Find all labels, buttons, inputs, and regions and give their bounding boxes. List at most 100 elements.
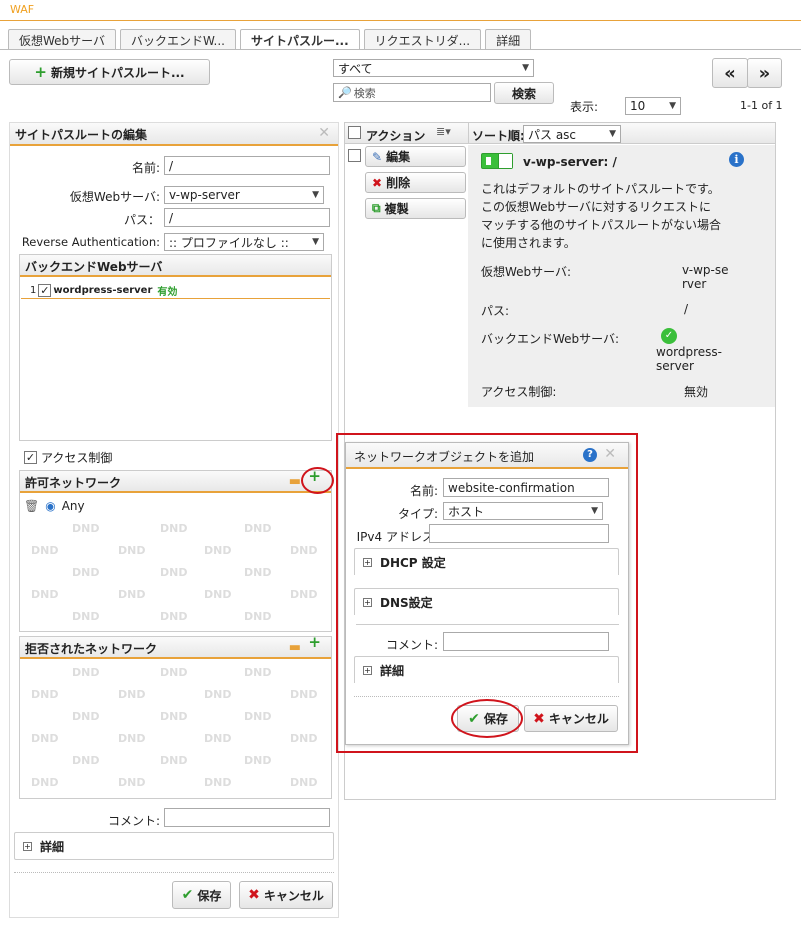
expand-plus-icon: + — [23, 841, 32, 851]
action-header: アクション — [366, 129, 426, 143]
status-ok-icon: ✓ — [661, 328, 677, 344]
path-input[interactable]: / — [164, 208, 330, 227]
allowed-network-name: Any — [61, 499, 85, 513]
reverse-auth-value: :: プロファイルなし :: — [169, 235, 289, 250]
chevron-down-icon: ▼ — [312, 190, 319, 200]
sort-select[interactable]: パス asc ▼ — [523, 125, 621, 143]
search-placeholder: 検索 — [353, 86, 376, 100]
dialog-header: ネットワークオブジェクトを追加 ? ✕ — [346, 443, 628, 469]
delete-action-button[interactable]: ✖ 削除 — [365, 172, 466, 193]
backend-row-underline — [21, 298, 330, 299]
add-denied-network-plus-icon[interactable]: + — [308, 635, 321, 650]
new-site-path-route-button[interactable]: + 新規サイトパスルート... — [9, 59, 210, 85]
backend-server-name: wordpress-server — [53, 285, 153, 296]
display-count-value: 10 — [630, 99, 646, 113]
dhcp-section[interactable]: + DHCP 設定 — [354, 548, 619, 575]
dnd-placeholder: DND — [118, 776, 146, 789]
route-item-checkbox[interactable] — [348, 149, 361, 162]
backend-server-row[interactable]: 1 ✓ wordpress-server 有効 — [30, 283, 177, 298]
comment-input[interactable] — [164, 808, 330, 827]
backend-server-header: バックエンドWebサーバ — [20, 255, 331, 277]
clone-icon: ⧉ — [372, 201, 381, 215]
clone-action-button[interactable]: ⧉ 複製 — [365, 198, 466, 219]
next-page-button[interactable]: » — [747, 58, 782, 88]
dialog-ipv4-input[interactable] — [429, 524, 609, 543]
search-input[interactable]: 🔎 検索 — [333, 83, 491, 102]
prev-page-button[interactable]: « — [712, 58, 748, 88]
dnd-placeholder: DND — [160, 522, 188, 535]
dialog-details-section[interactable]: + 詳細 — [354, 656, 619, 683]
tab-backend-web-server[interactable]: バックエンドW... — [120, 29, 236, 49]
globe-icon: ◉ — [45, 499, 56, 513]
toggle-off-part — [498, 154, 512, 168]
chevron-down-icon: ▼ — [669, 101, 676, 111]
access-control-checkbox[interactable]: ✓ — [24, 451, 37, 464]
search-button[interactable]: 検索 — [494, 82, 554, 104]
trash-icon[interactable]: 🗑 — [24, 499, 39, 513]
backend-server-status: 有効 — [157, 287, 178, 298]
field-path-value: / — [684, 302, 689, 316]
info-icon[interactable]: i — [729, 152, 744, 167]
folder-icon[interactable]: ▬ — [289, 474, 301, 489]
edit-save-button[interactable]: ✔ 保存 — [172, 881, 231, 909]
new-button-label: 新規サイトパスルート... — [50, 65, 185, 80]
dialog-title: ネットワークオブジェクトを追加 — [354, 450, 535, 464]
display-count-select[interactable]: 10 ▼ — [625, 97, 681, 115]
dialog-name-input[interactable]: website-confirmation — [443, 478, 609, 497]
edit-cancel-button[interactable]: ✖ キャンセル — [239, 881, 333, 909]
dnd-placeholder: DND — [118, 588, 146, 601]
backend-index: 1 — [30, 285, 37, 296]
expand-plus-icon: + — [363, 665, 372, 675]
chevron-down-icon: ▼ — [522, 63, 529, 73]
vserver-value: v-wp-server — [169, 188, 240, 202]
folder-icon[interactable]: ▬ — [289, 640, 301, 655]
dnd-placeholder: DND — [72, 610, 100, 623]
dnd-placeholder: DND — [160, 710, 188, 723]
access-control-label: アクセス制御 — [41, 451, 113, 465]
edit-save-label: 保存 — [197, 888, 222, 903]
tab-site-path-route[interactable]: サイトパスルー... — [239, 29, 360, 50]
name-input[interactable]: / — [164, 156, 330, 175]
clone-action-label: 複製 — [384, 202, 409, 216]
toggle-knob — [486, 157, 491, 165]
dnd-placeholder: DND — [244, 522, 272, 535]
cancel-x-icon: ✖ — [248, 887, 260, 903]
access-control-toggle[interactable]: ✓ アクセス制御 — [24, 449, 112, 466]
dnd-placeholder: DND — [118, 732, 146, 745]
route-item-description: これはデフォルトのサイトパスルートです。この仮想Webサーバに対するリクエストに… — [481, 182, 722, 250]
dnd-placeholder: DND — [244, 610, 272, 623]
dnd-placeholder: DND — [244, 754, 272, 767]
dialog-comment-input[interactable] — [443, 632, 609, 651]
field-access-value: 無効 — [684, 385, 709, 399]
help-icon[interactable]: ? — [583, 448, 597, 462]
column-menu-icon[interactable]: ≣▾ — [436, 125, 451, 138]
dnd-placeholder: DND — [160, 666, 188, 679]
reverse-auth-select[interactable]: :: プロファイルなし :: ▼ — [164, 233, 324, 251]
select-all-checkbox[interactable] — [348, 126, 361, 139]
tab-request-redirect[interactable]: リクエストリダ... — [363, 29, 482, 49]
name-label: 名前: — [131, 161, 160, 175]
field-backend-value: wordpress-server — [656, 345, 722, 373]
backend-server-checkbox[interactable]: ✓ — [38, 284, 52, 297]
dnd-placeholder: DND — [118, 544, 146, 557]
vserver-select[interactable]: v-wp-server ▼ — [164, 186, 324, 204]
enabled-toggle[interactable] — [481, 153, 513, 169]
dnd-placeholder: DND — [72, 710, 100, 723]
dnd-placeholder: DND — [204, 544, 232, 557]
checkmark-icon: ✔ — [181, 887, 194, 903]
reverse-auth-label: Reverse Authentication: — [21, 235, 160, 249]
close-icon[interactable]: ✕ — [318, 125, 330, 141]
highlight-add-network — [301, 467, 334, 494]
dnd-placeholder: DND — [160, 566, 188, 579]
dns-section[interactable]: + DNS設定 — [354, 588, 619, 615]
filter-select[interactable]: すべて ▼ — [333, 59, 534, 77]
field-vserver-value: v-wp-server — [682, 263, 729, 291]
details-section[interactable]: + 詳細 — [14, 832, 334, 860]
tab-virtual-web-server[interactable]: 仮想Webサーバ — [8, 29, 117, 49]
close-icon[interactable]: ✕ — [604, 446, 616, 462]
tab-details[interactable]: 詳細 — [485, 29, 532, 49]
dialog-cancel-button[interactable]: ✖ キャンセル — [524, 705, 618, 732]
allowed-network-row[interactable]: 🗑 ◉ Any — [24, 499, 85, 513]
edit-action-button[interactable]: ✎ 編集 — [365, 146, 466, 167]
dialog-type-select[interactable]: ホスト ▼ — [443, 502, 603, 520]
